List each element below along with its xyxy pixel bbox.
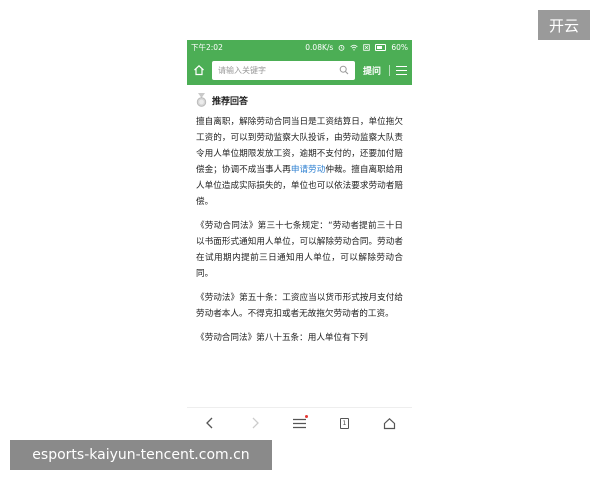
answer-paragraph: 《劳动合同法》第三十七条规定：“劳动者提前三十日以书面形式通知用人单位，可以解除… xyxy=(196,221,403,279)
alarm-icon xyxy=(338,44,345,51)
tabs-button[interactable]: 1 xyxy=(337,415,353,431)
home-icon[interactable] xyxy=(382,415,398,431)
status-bar: 下午2:02 0.08K/s 60% xyxy=(187,40,412,55)
home-icon[interactable] xyxy=(192,63,206,77)
corner-badge: 开云 xyxy=(538,10,590,40)
search-box[interactable] xyxy=(212,60,355,80)
answer-paragraph: 《劳动合同法》第八十五条：用人单位有下列 xyxy=(196,333,368,343)
recommended-answer-title: 推荐回答 xyxy=(212,96,249,107)
back-icon[interactable] xyxy=(202,415,218,431)
wifi-icon xyxy=(350,44,358,51)
notification-dot xyxy=(304,415,308,418)
forward-icon[interactable] xyxy=(247,415,263,431)
battery-level: 60% xyxy=(391,43,408,52)
tab-count: 1 xyxy=(340,417,349,429)
phone-screen: 下午2:02 0.08K/s 60% 提问 推荐回答 xyxy=(187,40,412,438)
answer-content: 推荐回答 擅自离职，解除劳动合同当日是工资结算日，单位拖欠工资的，可以到劳动监察… xyxy=(187,85,412,346)
watermark: esports-kaiyun-tencent.com.cn xyxy=(10,440,272,470)
medal-icon xyxy=(196,93,207,107)
bottom-navigation: 1 xyxy=(187,407,412,438)
menu-icon[interactable] xyxy=(292,415,308,431)
labor-arbitration-link[interactable]: 申请劳动 xyxy=(291,165,326,175)
answer-paragraph: 《劳动法》第五十条：工资应当以货币形式按月支付给劳动者本人。不得克扣或者无故拖欠… xyxy=(196,293,403,319)
status-time: 下午2:02 xyxy=(191,43,223,52)
search-icon[interactable] xyxy=(339,65,349,75)
answer-paragraph: 擅自离职，解除劳动合同当日是工资结算日，单位拖欠工资的，可以到劳动监察大队投诉，… xyxy=(196,114,403,210)
divider xyxy=(389,64,390,76)
network-speed: 0.08K/s xyxy=(305,43,334,52)
ask-button[interactable]: 提问 xyxy=(361,64,383,77)
sim-icon xyxy=(363,44,371,51)
search-bar: 提问 xyxy=(187,55,412,85)
recommended-answer-header: 推荐回答 xyxy=(196,93,403,107)
search-input[interactable] xyxy=(218,65,339,75)
battery-icon xyxy=(375,44,387,51)
menu-icon[interactable] xyxy=(396,65,407,76)
